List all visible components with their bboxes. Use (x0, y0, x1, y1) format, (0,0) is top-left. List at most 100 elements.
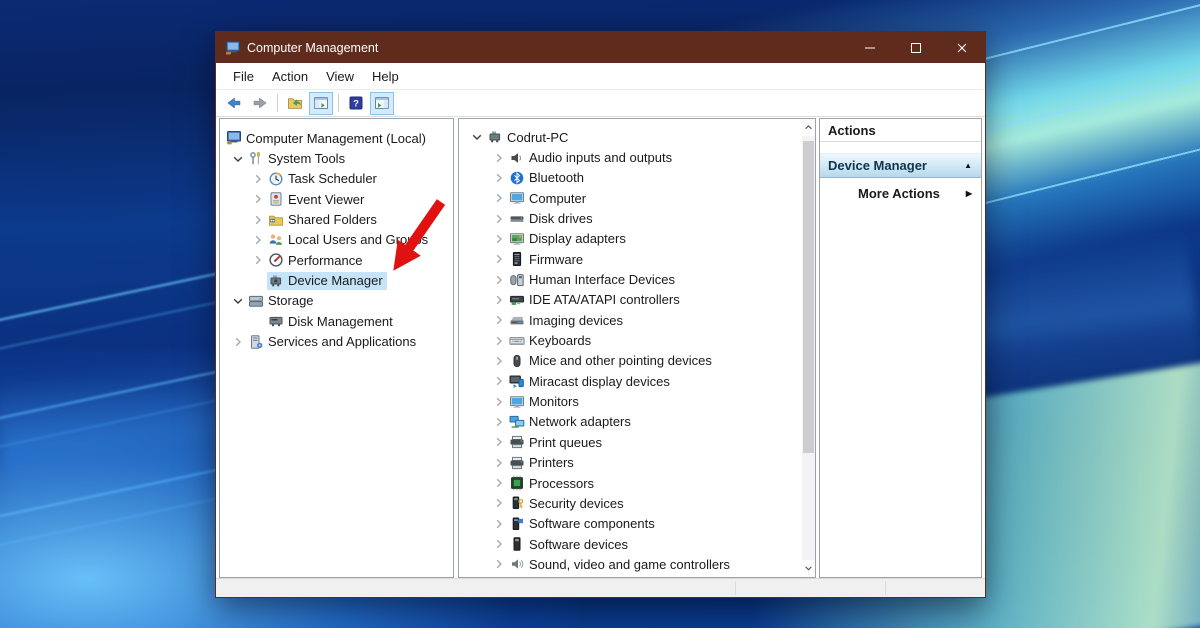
action-pane-icon (374, 95, 390, 111)
tree-item-disk-drives[interactable]: Disk drives (459, 208, 802, 228)
svg-text:?: ? (353, 99, 359, 110)
chevron-down-icon[interactable] (228, 293, 247, 309)
back-button[interactable] (222, 92, 246, 115)
chevron-right-icon[interactable] (248, 252, 267, 268)
tree-item-monitors[interactable]: Monitors (459, 391, 802, 411)
chevron-right-icon[interactable] (489, 312, 508, 328)
tree-item-display-adapters[interactable]: Display adapters (459, 229, 802, 249)
tree-item-shared-folders[interactable]: Shared Folders (220, 209, 453, 229)
chevron-right-icon[interactable] (489, 272, 508, 288)
chevron-right-icon[interactable] (489, 536, 508, 552)
tree-item-print-queues[interactable]: Print queues (459, 432, 802, 452)
tree-item-computer[interactable]: Computer (459, 188, 802, 208)
system-tools-icon (248, 151, 264, 167)
tree-item-disk-management[interactable]: Disk Management (220, 311, 453, 331)
tree-item-imaging-devices[interactable]: Imaging devices (459, 310, 802, 330)
tree-item-system-tools[interactable]: System Tools (220, 148, 453, 168)
chevron-right-icon[interactable] (248, 212, 267, 228)
tree-item-mice-and-other-pointing-devices[interactable]: Mice and other pointing devices (459, 351, 802, 371)
tree-item-miracast-display-devices[interactable]: Miracast display devices (459, 371, 802, 391)
tree-item-computer-management-local[interactable]: Computer Management (Local) (220, 128, 453, 148)
chevron-right-icon: ▶ (966, 189, 972, 198)
title-bar[interactable]: Computer Management (216, 32, 985, 63)
tree-item-label: Software devices (529, 537, 628, 552)
menu-action[interactable]: Action (263, 65, 317, 88)
chevron-down-icon[interactable] (228, 151, 247, 167)
tree-item-network-adapters[interactable]: Network adapters (459, 412, 802, 432)
scrollbar-thumb[interactable] (803, 141, 814, 453)
chevron-right-icon[interactable] (489, 211, 508, 227)
chevron-right-icon[interactable] (489, 333, 508, 349)
menu-file[interactable]: File (224, 65, 263, 88)
tree-item-performance[interactable]: Performance (220, 250, 453, 270)
hid-icon (509, 272, 525, 288)
scroll-up-button[interactable] (802, 119, 815, 136)
tree-item-audio-inputs-and-outputs[interactable]: Audio inputs and outputs (459, 147, 802, 167)
tree-item-bluetooth[interactable]: Bluetooth (459, 168, 802, 188)
chevron-right-icon[interactable] (489, 190, 508, 206)
maximize-button[interactable] (893, 32, 939, 63)
tree-item-security-devices[interactable]: Security devices (459, 493, 802, 513)
tree-item-device-manager[interactable]: Device Manager (220, 270, 453, 290)
monitor-icon (509, 394, 525, 410)
chevron-right-icon[interactable] (228, 334, 247, 350)
chevron-right-icon[interactable] (489, 251, 508, 267)
tree-item-software-devices[interactable]: Software devices (459, 534, 802, 554)
chevron-right-icon[interactable] (489, 475, 508, 491)
tree-item-firmware[interactable]: Firmware (459, 249, 802, 269)
chevron-right-icon[interactable] (248, 191, 267, 207)
tree-item-event-viewer[interactable]: Event Viewer (220, 189, 453, 209)
chevron-right-icon[interactable] (489, 373, 508, 389)
device-manager-icon (268, 273, 284, 289)
tree-item-codrut-pc[interactable]: Codrut-PC (459, 127, 802, 147)
chevron-up-icon[interactable]: ▲ (964, 161, 972, 170)
vertical-scrollbar[interactable] (802, 119, 815, 577)
software-device-icon (509, 536, 525, 552)
menu-help[interactable]: Help (363, 65, 408, 88)
chevron-right-icon[interactable] (248, 232, 267, 248)
close-button[interactable] (939, 32, 985, 63)
tree-item-storage[interactable]: Storage (220, 291, 453, 311)
tree-item-sound-video-and-game-controllers[interactable]: Sound, video and game controllers (459, 554, 802, 574)
tree-item-task-scheduler[interactable]: Task Scheduler (220, 169, 453, 189)
chevron-right-icon[interactable] (248, 171, 267, 187)
menu-view[interactable]: View (317, 65, 363, 88)
computer-management-icon (226, 130, 242, 146)
chevron-right-icon[interactable] (489, 170, 508, 186)
tree-item-label: Monitors (529, 394, 579, 409)
chevron-right-icon[interactable] (489, 414, 508, 430)
chevron-right-icon[interactable] (489, 292, 508, 308)
tree-item-label: Performance (288, 253, 362, 268)
minimize-button[interactable] (847, 32, 893, 63)
chevron-right-icon[interactable] (489, 394, 508, 410)
tree-item-keyboards[interactable]: Keyboards (459, 330, 802, 350)
tree-item-processors[interactable]: Processors (459, 473, 802, 493)
computer-management-window: Computer Management FileActionViewHelp ?… (215, 31, 986, 598)
chevron-right-icon[interactable] (489, 495, 508, 511)
chevron-right-icon[interactable] (489, 556, 508, 572)
chevron-down-icon[interactable] (467, 129, 486, 145)
tree-item-ide-ata-atapi-controllers[interactable]: IDE ATA/ATAPI controllers (459, 290, 802, 310)
show-hide-action-pane-button[interactable] (370, 92, 394, 115)
performance-icon (268, 252, 284, 268)
more-actions-item[interactable]: More Actions ▶ (820, 181, 981, 205)
tree-item-services-and-applications[interactable]: Services and Applications (220, 331, 453, 351)
chevron-right-icon[interactable] (489, 353, 508, 369)
tree-item-human-interface-devices[interactable]: Human Interface Devices (459, 269, 802, 289)
tree-item-printers[interactable]: Printers (459, 453, 802, 473)
tree-item-label: Printers (529, 455, 574, 470)
chevron-right-icon[interactable] (489, 231, 508, 247)
chevron-right-icon[interactable] (489, 455, 508, 471)
help-button[interactable]: ? (344, 92, 368, 115)
export-list-button[interactable] (283, 92, 307, 115)
chevron-right-icon[interactable] (489, 434, 508, 450)
forward-button[interactable] (248, 92, 272, 115)
tree-item-label: Shared Folders (288, 212, 377, 227)
actions-section-device-manager[interactable]: Device Manager ▲ (820, 153, 981, 178)
show-hide-console-tree-button[interactable] (309, 92, 333, 115)
chevron-right-icon[interactable] (489, 150, 508, 166)
chevron-right-icon[interactable] (489, 516, 508, 532)
tree-item-software-components[interactable]: Software components (459, 514, 802, 534)
tree-item-local-users-and-groups[interactable]: Local Users and Groups (220, 230, 453, 250)
scroll-down-button[interactable] (802, 560, 815, 577)
